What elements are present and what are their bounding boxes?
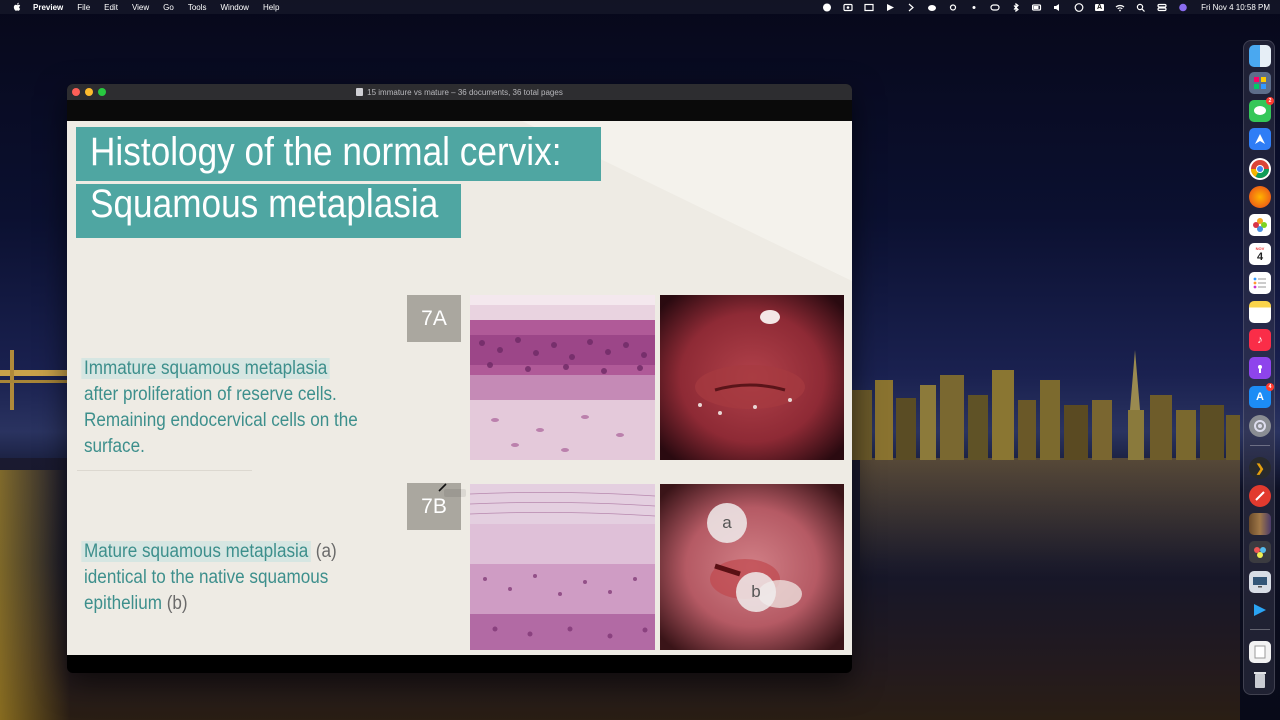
chrome-icon[interactable] xyxy=(1249,158,1271,180)
menu-app-name[interactable]: Preview xyxy=(33,3,63,12)
desktop-bridge-reflection xyxy=(0,470,70,720)
calendar-icon[interactable]: NOV 4 xyxy=(1249,243,1271,265)
apple-menu-icon[interactable] xyxy=(11,1,23,13)
section-a-line4: surface. xyxy=(84,436,145,457)
appstore-badge: 4 xyxy=(1266,383,1274,391)
section-b-heading-suffix: (a) xyxy=(311,541,337,562)
document-icon xyxy=(356,87,364,96)
slide-title-line1: Histology of the normal cervix: xyxy=(90,130,562,174)
play-circle-icon[interactable] xyxy=(1074,2,1084,12)
menu-tools[interactable]: Tools xyxy=(188,3,207,12)
messages-badge: 2 xyxy=(1266,97,1274,105)
menu-clock[interactable]: Fri Nov 4 10:58 PM xyxy=(1201,3,1270,12)
preview-window: 15 immature vs mature – 36 documents, 36… xyxy=(67,84,852,673)
plex-icon[interactable]: ❯ xyxy=(1249,457,1271,479)
chevron-icon[interactable] xyxy=(906,3,916,12)
trash-icon[interactable] xyxy=(1249,669,1271,691)
wifi-icon[interactable] xyxy=(1115,3,1125,12)
section-b-line2: identical to the native squamous xyxy=(84,567,329,588)
menu-file[interactable]: File xyxy=(77,3,90,12)
finder-icon[interactable] xyxy=(1249,45,1271,67)
control-center-icon[interactable] xyxy=(1157,3,1167,12)
skype-icon[interactable] xyxy=(822,3,832,12)
menu-bar: Preview File Edit View Go Tools Window H… xyxy=(0,0,1280,14)
slide-title-line2: Squamous metaplasia xyxy=(90,182,439,226)
cloud-icon[interactable] xyxy=(927,3,937,12)
window-title: 15 immature vs mature – 36 documents, 36… xyxy=(67,87,852,97)
window-title-text: 15 immature vs mature – 36 documents, 36… xyxy=(367,87,563,97)
menu-window[interactable]: Window xyxy=(221,3,249,12)
brightness-icon[interactable] xyxy=(948,3,958,12)
app-store-icon[interactable]: A 4 xyxy=(1249,383,1274,408)
battery-icon[interactable] xyxy=(1032,3,1042,12)
window-controls xyxy=(72,88,106,96)
histology-image-7b xyxy=(470,484,655,650)
section-a-description: Immature squamous metaplasia after proli… xyxy=(81,356,358,460)
messages-icon[interactable]: 2 xyxy=(1249,97,1274,122)
desktop-bridge xyxy=(0,350,70,410)
action-icon[interactable] xyxy=(1249,599,1271,621)
annotation-marker-a: a xyxy=(707,503,747,543)
notes-icon[interactable] xyxy=(1249,301,1271,323)
desktop-city-skyline xyxy=(850,350,1240,460)
window-toolbar xyxy=(67,100,852,121)
search-icon[interactable] xyxy=(1136,3,1146,12)
siri-icon[interactable] xyxy=(1178,3,1188,12)
calendar-day: 4 xyxy=(1256,250,1264,263)
photo-booth-icon[interactable] xyxy=(1249,541,1271,563)
screen-sharing-icon[interactable] xyxy=(1249,571,1271,593)
maps-icon[interactable] xyxy=(1249,128,1271,150)
desktop-water-reflection xyxy=(860,458,1240,578)
section-b-heading: Mature squamous metaplasia xyxy=(81,541,312,562)
screen-record-icon[interactable] xyxy=(843,3,853,12)
colposcopy-image-7b xyxy=(660,484,844,650)
status-area: A Fri Nov 4 10:58 PM xyxy=(822,0,1270,14)
display-icon[interactable] xyxy=(864,3,874,12)
preview-icon[interactable] xyxy=(1249,513,1271,535)
dock-separator xyxy=(1250,445,1270,446)
cursor-tooltip xyxy=(444,489,466,497)
documents-icon[interactable] xyxy=(1249,641,1271,663)
section-divider xyxy=(77,470,252,471)
firefox-icon[interactable] xyxy=(1249,186,1271,208)
section-a-line3: Remaining endocervical cells on the xyxy=(84,410,358,431)
section-b-line3-suffix: (b) xyxy=(161,593,188,614)
colposcopy-image-7a xyxy=(660,295,844,460)
close-button[interactable] xyxy=(72,88,80,96)
system-preferences-icon[interactable] xyxy=(1249,415,1271,437)
notification-icon[interactable] xyxy=(969,3,979,12)
annotation-marker-b: b xyxy=(736,572,776,612)
minimize-button[interactable] xyxy=(85,88,93,96)
slide-page: Histology of the normal cervix: Squamous… xyxy=(67,121,852,655)
menu-view[interactable]: View xyxy=(132,3,149,12)
section-b-description: Mature squamous metaplasia (a) identical… xyxy=(81,539,337,617)
volume-icon[interactable] xyxy=(1053,3,1063,12)
dock-separator-2 xyxy=(1250,629,1270,630)
menu-go[interactable]: Go xyxy=(163,3,174,12)
menu-help[interactable]: Help xyxy=(263,3,279,12)
bluetooth-icon[interactable] xyxy=(1011,2,1021,12)
toggle-icon[interactable] xyxy=(990,3,1000,12)
red-app-icon[interactable] xyxy=(1249,485,1271,507)
figure-badge-7a: 7A xyxy=(407,295,461,342)
section-a-line2: after proliferation of reserve cells. xyxy=(84,384,337,405)
input-source-icon[interactable]: A xyxy=(1095,3,1105,11)
play-icon[interactable] xyxy=(885,3,895,12)
music-icon[interactable]: ♪ xyxy=(1249,329,1271,351)
section-a-heading: Immature squamous metaplasia xyxy=(81,358,331,379)
window-titlebar[interactable]: 15 immature vs mature – 36 documents, 36… xyxy=(67,84,852,100)
photos-icon[interactable] xyxy=(1249,214,1271,236)
fullscreen-button[interactable] xyxy=(98,88,106,96)
podcasts-icon[interactable] xyxy=(1249,357,1271,379)
reminders-icon[interactable] xyxy=(1249,272,1271,294)
section-b-line3: epithelium xyxy=(84,593,162,614)
histology-image-7a xyxy=(470,295,655,460)
launchpad-icon[interactable] xyxy=(1249,72,1271,94)
menu-edit[interactable]: Edit xyxy=(104,3,118,12)
dock: 2 NOV 4 ♪ A 4 ❯ xyxy=(1243,40,1275,695)
